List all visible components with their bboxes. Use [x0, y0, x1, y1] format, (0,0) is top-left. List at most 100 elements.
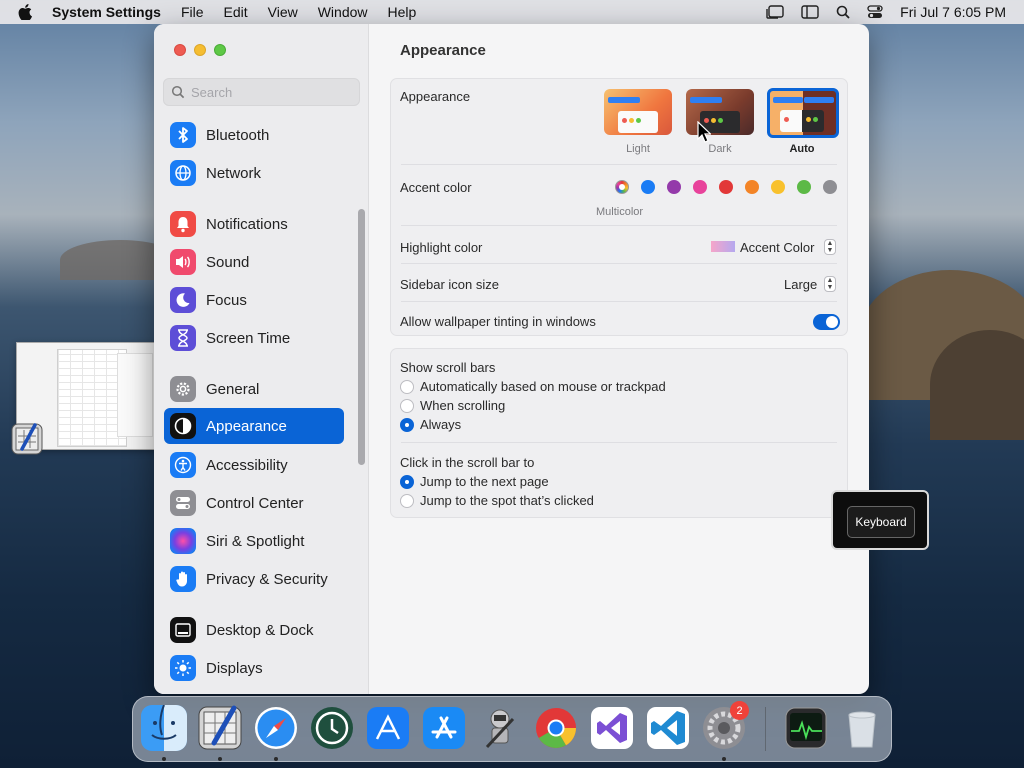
- sidebar-item-accessibility[interactable]: Accessibility: [164, 447, 344, 483]
- control-center-icon[interactable]: [867, 5, 883, 19]
- mouse-pointer-icon: [697, 120, 712, 148]
- sidebar-toggle-icon[interactable]: [801, 5, 819, 19]
- page-title: Appearance: [400, 42, 486, 59]
- accent-blue-swatch[interactable]: [641, 180, 655, 194]
- appearance-option-auto[interactable]: [767, 88, 839, 138]
- zoom-window-button[interactable]: [214, 44, 226, 56]
- menu-edit[interactable]: Edit: [214, 4, 258, 20]
- dock-time-machine[interactable]: [309, 705, 355, 751]
- scroll-bars-always-label[interactable]: Always: [420, 417, 461, 432]
- dock-app-store[interactable]: [421, 705, 467, 751]
- click-scroll-bar-label: Click in the scroll bar to: [400, 455, 535, 470]
- hand-icon: [170, 566, 196, 592]
- sidebar-item-privacy-security[interactable]: Privacy & Security: [164, 561, 344, 597]
- sidebar-icon-size-popup[interactable]: Large: [784, 277, 817, 292]
- spotlight-search-icon[interactable]: [836, 5, 850, 19]
- dock-visual-studio[interactable]: [589, 705, 635, 751]
- sidebar-scrollbar[interactable]: [358, 209, 365, 465]
- scroll-bars-always-radio[interactable]: [400, 418, 414, 432]
- sidebar-item-appearance[interactable]: Appearance: [164, 408, 344, 444]
- stage-manager-icon[interactable]: [766, 5, 784, 19]
- toggles-icon: [170, 490, 196, 516]
- visual-studio-icon: [591, 707, 633, 749]
- sidebar-icon-size-stepper[interactable]: ▲ ▼: [824, 276, 836, 292]
- speaker-icon: [170, 249, 196, 275]
- sidebar-item-label: Desktop & Dock: [206, 621, 314, 639]
- sidebar-item-label: Siri & Spotlight: [206, 532, 305, 550]
- sidebar-item-label: Notifications: [206, 215, 288, 233]
- dock-automator[interactable]: [477, 705, 523, 751]
- sidebar-item-bluetooth[interactable]: Bluetooth: [164, 117, 344, 153]
- sidebar-item-label: Screen Time: [206, 329, 291, 347]
- dock-trash[interactable]: [839, 705, 885, 751]
- sidebar-item-siri-spotlight[interactable]: Siri & Spotlight: [164, 523, 344, 559]
- dock-icon: [170, 617, 196, 643]
- sidebar-item-notifications[interactable]: Notifications: [164, 206, 344, 242]
- sidebar-item-general[interactable]: General: [164, 371, 344, 407]
- sidebar-item-focus[interactable]: Focus: [164, 282, 344, 318]
- sidebar-item-desktop-dock[interactable]: Desktop & Dock: [164, 612, 344, 648]
- menu-app-name[interactable]: System Settings: [42, 4, 171, 20]
- sidebar-item-screen-time[interactable]: Screen Time: [164, 320, 344, 356]
- menu-window[interactable]: Window: [308, 4, 378, 20]
- sidebar-item-label: Network: [206, 164, 262, 182]
- dock-script-editor[interactable]: [197, 705, 243, 751]
- menu-file[interactable]: File: [171, 4, 214, 20]
- wallpaper-tinting-toggle[interactable]: [813, 314, 840, 330]
- menu-help[interactable]: Help: [378, 4, 427, 20]
- instruments-icon: [367, 707, 409, 749]
- jump-next-page-label[interactable]: Jump to the next page: [420, 474, 549, 489]
- sidebar-item-sound[interactable]: Sound: [164, 244, 344, 280]
- accent-purple-swatch[interactable]: [667, 180, 681, 194]
- accent-yellow-swatch[interactable]: [771, 180, 785, 194]
- appearance-option-auto-label: Auto: [789, 143, 815, 155]
- keyboard-button[interactable]: Keyboard: [847, 506, 915, 538]
- scroll-bars-automatic-radio[interactable]: [400, 380, 414, 394]
- highlight-color-popup[interactable]: Accent Color: [740, 240, 814, 255]
- dock-instruments[interactable]: [365, 705, 411, 751]
- scroll-bars-automatic-label[interactable]: Automatically based on mouse or trackpad: [420, 379, 666, 394]
- menu-clock[interactable]: Fri Jul 7 6:05 PM: [900, 4, 1006, 20]
- dock-divider: [765, 707, 766, 751]
- sidebar-item-control-center[interactable]: Control Center: [164, 485, 344, 521]
- dock-finder[interactable]: [141, 705, 187, 751]
- sidebar-item-label: Displays: [206, 659, 263, 677]
- script-editor-icon[interactable]: [10, 422, 44, 456]
- keyboard-help-popover: Keyboard: [831, 490, 929, 550]
- dock-activity-monitor[interactable]: [783, 705, 829, 751]
- menu-view[interactable]: View: [258, 4, 308, 20]
- accent-graphite-swatch[interactable]: [823, 180, 837, 194]
- bell-icon: [170, 211, 196, 237]
- jump-next-page-radio[interactable]: [400, 475, 414, 489]
- sidebar-item-label: Privacy & Security: [206, 570, 328, 588]
- divider: [401, 164, 837, 165]
- scroll-bars-when-scrolling-radio[interactable]: [400, 399, 414, 413]
- highlight-color-stepper[interactable]: ▲ ▼: [824, 239, 836, 255]
- appearance-option-light[interactable]: [604, 89, 672, 135]
- accent-orange-swatch[interactable]: [745, 180, 759, 194]
- dock-chrome[interactable]: [533, 705, 579, 751]
- scroll-bars-when-scrolling-label[interactable]: When scrolling: [420, 398, 505, 413]
- bluetooth-icon: [170, 122, 196, 148]
- sidebar-item-label: Sound: [206, 253, 250, 271]
- appearance-settings-group: Appearance Light Dark Auto Accent color …: [390, 78, 848, 336]
- sidebar-item-displays[interactable]: Displays: [164, 650, 344, 686]
- jump-spot-clicked-radio[interactable]: [400, 494, 414, 508]
- appearance-icon: [170, 413, 196, 439]
- safari-compass-icon: [255, 707, 297, 749]
- dock-vscode[interactable]: [645, 705, 691, 751]
- apple-logo-icon[interactable]: [0, 4, 42, 20]
- accent-multicolor-swatch[interactable]: [615, 180, 629, 194]
- minimize-window-button[interactable]: [194, 44, 206, 56]
- accent-green-swatch[interactable]: [797, 180, 811, 194]
- sidebar-item-label: Appearance: [206, 417, 287, 435]
- sidebar-item-network[interactable]: Network: [164, 155, 344, 191]
- close-window-button[interactable]: [174, 44, 186, 56]
- hourglass-icon: [170, 325, 196, 351]
- accent-red-swatch[interactable]: [719, 180, 733, 194]
- search-input[interactable]: Search: [191, 85, 232, 100]
- jump-spot-clicked-label[interactable]: Jump to the spot that’s clicked: [420, 493, 594, 508]
- accent-pink-swatch[interactable]: [693, 180, 707, 194]
- dock-safari[interactable]: [253, 705, 299, 751]
- search-field[interactable]: Search: [163, 78, 360, 106]
